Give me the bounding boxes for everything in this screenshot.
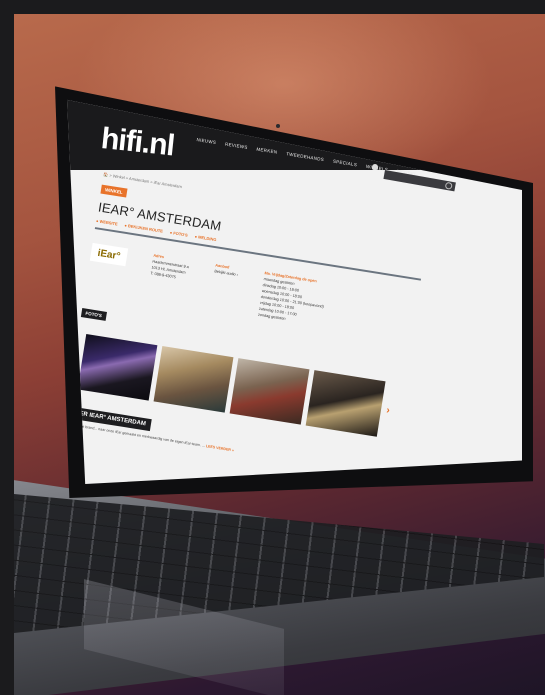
background-glow bbox=[74, 14, 494, 194]
background-scene bbox=[14, 14, 545, 695]
